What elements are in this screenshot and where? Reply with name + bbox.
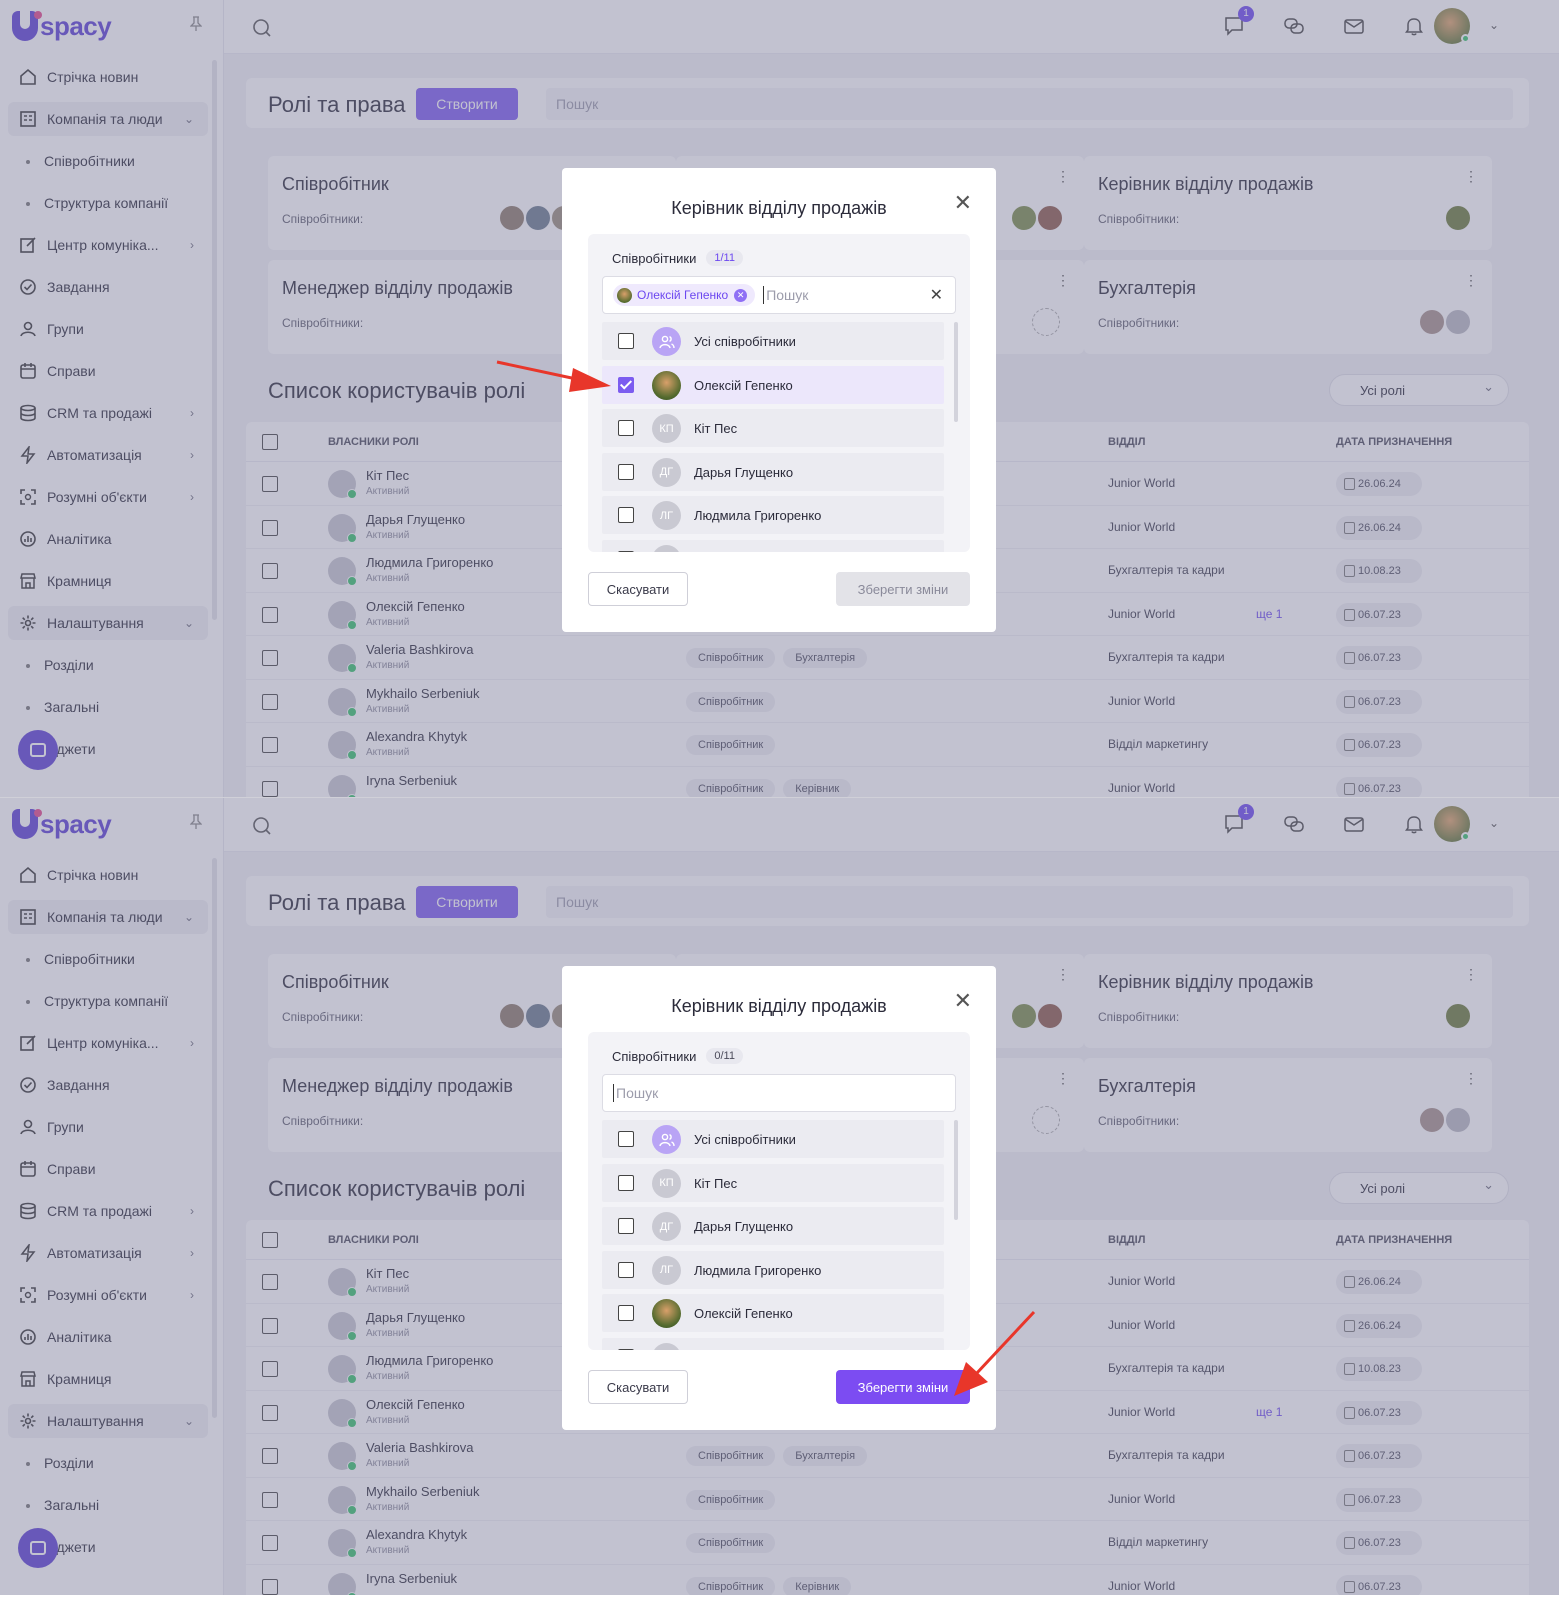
member-name: Усі співробітники: [694, 1132, 796, 1147]
search-placeholder: Пошук: [616, 1085, 659, 1101]
member-avatar: [652, 1342, 681, 1350]
member-option[interactable]: Олексій Гепенко: [602, 365, 944, 404]
member-checkbox[interactable]: [618, 420, 634, 436]
frame-divider: [0, 797, 1559, 798]
member-option[interactable]: Олексій Гепенко: [602, 1294, 944, 1332]
member-name: Олексій Гепенко: [694, 1306, 793, 1321]
member-option[interactable]: [602, 1337, 944, 1350]
member-name: Кіт Пес: [694, 421, 738, 436]
member-checkbox[interactable]: [618, 463, 634, 480]
save-changes-button[interactable]: Зберегти зміни: [836, 1370, 970, 1404]
cancel-button[interactable]: Скасувати: [588, 1370, 688, 1404]
member-checkbox[interactable]: [618, 550, 634, 552]
member-search-input[interactable]: Пошук: [602, 1074, 956, 1112]
member-option[interactable]: ЛГ Людмила Григоренко: [602, 496, 944, 534]
member-option[interactable]: ЛГ Людмила Григоренко: [602, 1250, 944, 1289]
member-option[interactable]: КП Кіт Пес: [602, 1163, 944, 1202]
member-name: Дарья Глущенко: [694, 1219, 794, 1234]
close-icon[interactable]: ✕: [954, 988, 972, 1014]
member-checkbox[interactable]: [618, 333, 634, 349]
modal-title: Керівник відділу продажів: [671, 198, 887, 218]
clear-search-icon[interactable]: ✕: [930, 285, 943, 305]
members-panel: Співробітники 0/11 Пошук Усі співробітники К…: [588, 1032, 970, 1350]
remove-chip-icon[interactable]: ✕: [734, 288, 748, 302]
text-cursor: [763, 286, 765, 304]
member-list: Усі співробітники КП Кіт Пес ДГ Дарья Глущен…: [602, 1120, 944, 1350]
selected-member-chip[interactable]: Олексій Гепенко ✕: [613, 284, 756, 306]
users-group-icon: [652, 1125, 681, 1154]
member-list: Усі співробітники Олексій Гепенко КП Кіт Пе…: [602, 322, 944, 552]
modal-title: Керівник відділу продажів: [671, 996, 887, 1016]
chip-label: Олексій Гепенко: [637, 288, 729, 302]
member-initials-avatar: ЛГ: [652, 1255, 681, 1285]
member-initials-avatar: ДГ: [652, 457, 681, 487]
member-avatar: [652, 544, 681, 552]
member-name: Людмила Григоренко: [694, 1262, 822, 1278]
member-checkbox[interactable]: [618, 507, 634, 523]
member-checkbox[interactable]: [618, 1261, 634, 1278]
member-avatar: [652, 1299, 681, 1328]
member-list-scrollbar[interactable]: [954, 322, 958, 422]
screenshot-frame-2: spacy Стрічка новин Компанія та люди ⌄ Співр…: [0, 798, 1559, 1595]
member-name: Олексій Гепенко: [694, 377, 793, 393]
screenshot-frame-1: spacy Стрічка новин Компанія та люди ⌄ Співр…: [0, 0, 1559, 797]
users-group-icon: [652, 327, 681, 356]
member-initials-avatar: ДГ: [652, 1212, 681, 1241]
member-name: Кіт Пес: [694, 1175, 738, 1191]
member-checkbox[interactable]: [618, 1218, 634, 1234]
member-option[interactable]: [602, 539, 944, 552]
chip-avatar: [617, 288, 632, 303]
text-cursor: [613, 1084, 614, 1102]
member-option[interactable]: ДГ Дарья Глущенко: [602, 452, 944, 491]
role-members-modal: Керівник відділу продажів ✕ Співробітники 0…: [562, 966, 996, 1430]
member-name: Дарья Глущенко: [694, 464, 794, 480]
member-list-scrollbar[interactable]: [954, 1120, 958, 1220]
member-option[interactable]: Усі співробітники: [602, 322, 944, 360]
members-section-header: Співробітники 1/11: [612, 250, 743, 266]
member-checkbox[interactable]: [618, 1348, 634, 1350]
member-name: Людмила Григоренко: [694, 508, 822, 523]
members-section-header: Співробітники 0/11: [612, 1048, 743, 1064]
member-option[interactable]: КП Кіт Пес: [602, 409, 944, 447]
member-avatar: [652, 370, 681, 400]
member-checkbox[interactable]: [618, 1131, 634, 1147]
close-icon[interactable]: ✕: [954, 190, 972, 216]
member-initials-avatar: КП: [652, 1168, 681, 1198]
section-label: Співробітники: [612, 1048, 697, 1064]
search-placeholder: Пошук: [766, 287, 809, 303]
role-members-modal: Керівник відділу продажів ✕ Співробітники 1…: [562, 168, 996, 632]
member-checkbox[interactable]: [618, 1174, 634, 1191]
members-panel: Співробітники 1/11 Олексій Гепенко ✕ Пошук ✕ У…: [588, 234, 970, 552]
selected-count-badge: 0/11: [706, 1048, 743, 1064]
section-label: Співробітники: [612, 250, 697, 266]
member-option[interactable]: ДГ Дарья Глущенко: [602, 1207, 944, 1245]
member-initials-avatar: КП: [652, 414, 681, 443]
member-checkbox[interactable]: [618, 1305, 634, 1321]
cancel-button[interactable]: Скасувати: [588, 572, 688, 606]
member-initials-avatar: ЛГ: [652, 501, 681, 530]
member-name: Усі співробітники: [694, 334, 796, 349]
member-option[interactable]: Усі співробітники: [602, 1120, 944, 1158]
member-checkbox[interactable]: [618, 376, 634, 393]
selected-count-badge: 1/11: [706, 250, 743, 266]
member-search-input[interactable]: Олексій Гепенко ✕ Пошук ✕: [602, 276, 956, 314]
save-changes-button[interactable]: Зберегти зміни: [836, 572, 970, 606]
